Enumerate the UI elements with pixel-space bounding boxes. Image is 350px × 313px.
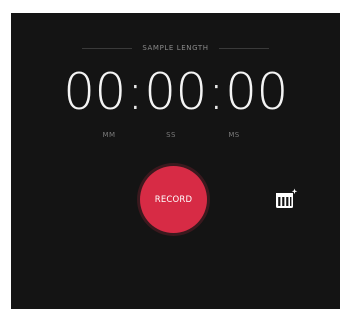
piano-keys-add-icon	[276, 188, 298, 208]
timer-minutes: 00	[63, 63, 126, 121]
sampler-panel: SAMPLE LENGTH 00 : 00 : 00 MM SS MS RECO…	[11, 13, 340, 309]
sample-length-header: SAMPLE LENGTH	[11, 42, 340, 54]
timer-milliseconds: 00	[225, 63, 288, 121]
divider-right	[218, 47, 269, 49]
unit-minutes-label: MM	[102, 131, 116, 139]
timer-separator: :	[126, 63, 144, 121]
record-button-label: RECORD	[154, 194, 193, 205]
keyboard-add-button[interactable]	[274, 187, 298, 211]
timer-units: MM SS MS	[11, 131, 340, 141]
unit-seconds-label: SS	[166, 131, 176, 139]
timer-separator: :	[207, 63, 225, 121]
divider-left	[82, 47, 133, 49]
sample-length-label: SAMPLE LENGTH	[142, 44, 209, 52]
unit-milliseconds-label: MS	[228, 131, 240, 139]
record-button[interactable]: RECORD	[140, 166, 207, 233]
timer-seconds: 00	[144, 63, 207, 121]
timer-display: 00 : 00 : 00	[11, 63, 340, 121]
